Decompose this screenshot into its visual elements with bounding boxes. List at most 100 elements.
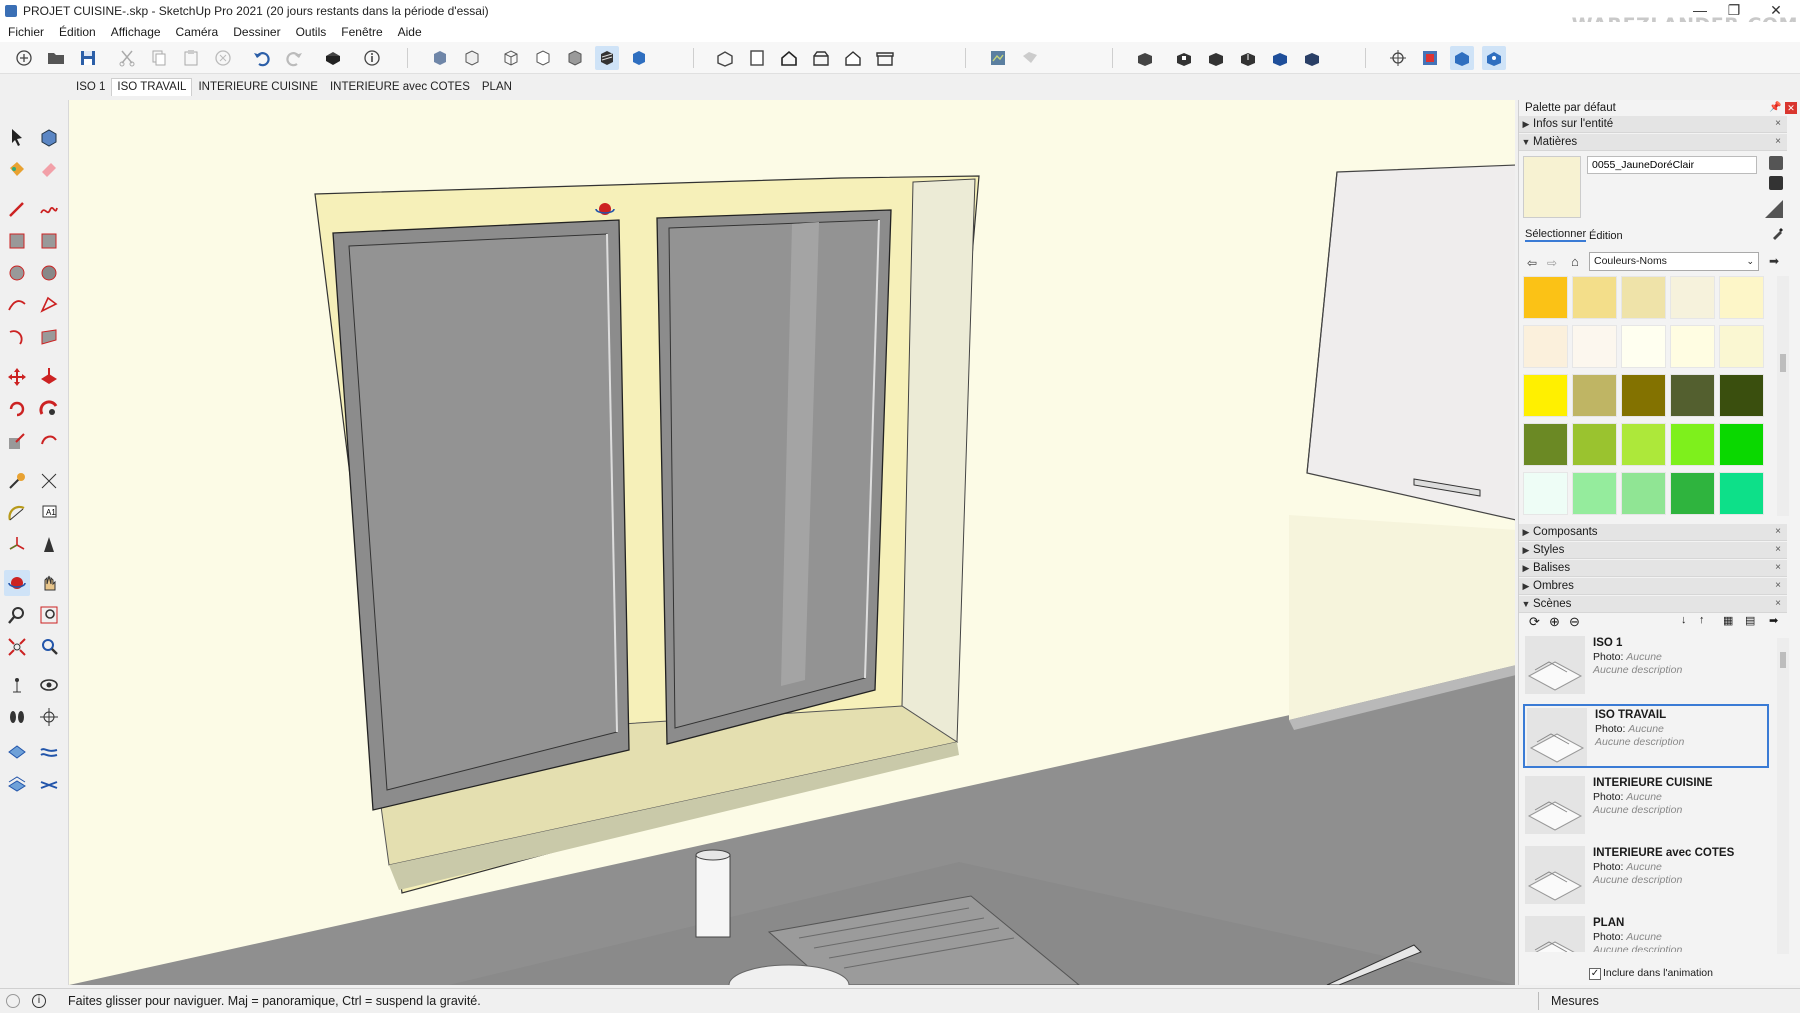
- copy-icon[interactable]: [147, 46, 171, 70]
- material-swatch[interactable]: [1670, 374, 1715, 417]
- scene-list-item[interactable]: INTERIEURE avec COTES Photo: Aucune Aucune…: [1523, 844, 1769, 908]
- new-file-icon[interactable]: [12, 46, 36, 70]
- material-swatch[interactable]: [1572, 423, 1617, 466]
- wireframe-icon[interactable]: [499, 46, 523, 70]
- material-swatch[interactable]: [1670, 423, 1715, 466]
- follow-me-icon[interactable]: [36, 396, 62, 422]
- material-swatch[interactable]: [1572, 374, 1617, 417]
- circle-icon[interactable]: [4, 260, 30, 286]
- rotated-rectangle-icon[interactable]: [36, 228, 62, 254]
- drape-icon[interactable]: [36, 772, 62, 798]
- monochrome-icon[interactable]: [627, 46, 651, 70]
- move-icon[interactable]: [4, 364, 30, 390]
- scene-list-item[interactable]: INTERIEURE CUISINE Photo: Aucune Aucune de…: [1523, 774, 1769, 838]
- create-material-icon[interactable]: [1769, 156, 1783, 170]
- tab-edit[interactable]: Édition: [1589, 230, 1623, 242]
- library-dropdown[interactable]: Couleurs-Noms ⌄: [1589, 252, 1759, 271]
- modeling-viewport[interactable]: [68, 100, 1515, 985]
- eyedropper-icon[interactable]: [1771, 226, 1785, 240]
- text-tool-icon[interactable]: A1: [36, 500, 62, 526]
- left-view-icon[interactable]: [873, 46, 897, 70]
- material-swatch[interactable]: [1670, 325, 1715, 368]
- share-model-icon[interactable]: [1204, 46, 1228, 70]
- zoom-window-icon[interactable]: [36, 602, 62, 628]
- menu-dessiner[interactable]: Dessiner: [233, 25, 280, 39]
- back-arrow-icon[interactable]: ⇦: [1527, 256, 1537, 270]
- push-pull-icon[interactable]: [36, 364, 62, 390]
- section-scenes[interactable]: ▼ Scènes ×: [1519, 596, 1787, 613]
- scene-list-scrollbar[interactable]: [1777, 638, 1789, 954]
- sample-paint-icon[interactable]: [1765, 200, 1783, 218]
- section-components[interactable]: ▶ Composants ×: [1519, 524, 1787, 541]
- material-swatch[interactable]: [1719, 374, 1764, 417]
- paste-icon[interactable]: [179, 46, 203, 70]
- material-swatch[interactable]: [1719, 325, 1764, 368]
- menu-outils[interactable]: Outils: [296, 25, 327, 39]
- two-point-arc-icon[interactable]: [36, 292, 62, 318]
- hide-details-icon[interactable]: ▤: [1745, 614, 1755, 627]
- section-plane-icon[interactable]: [36, 704, 62, 730]
- share-component-icon[interactable]: [1236, 46, 1260, 70]
- back-view-icon[interactable]: [841, 46, 865, 70]
- include-animation-checkbox[interactable]: ✓: [1589, 968, 1601, 980]
- menu-aide[interactable]: Aide: [398, 25, 422, 39]
- scene-list-item[interactable]: PLAN Photo: Aucune Aucune description: [1523, 914, 1769, 952]
- 3d-text-icon[interactable]: [36, 532, 62, 558]
- scene-details-icon[interactable]: ➡: [1769, 614, 1778, 627]
- tab-iso-travail[interactable]: ISO TRAVAIL: [111, 78, 193, 96]
- extension-manager-icon[interactable]: [1300, 46, 1324, 70]
- info-icon[interactable]: i: [32, 994, 46, 1008]
- open-folder-icon[interactable]: [44, 46, 68, 70]
- model-info-icon[interactable]: [360, 46, 384, 70]
- material-swatch[interactable]: [1621, 325, 1666, 368]
- right-view-icon[interactable]: [809, 46, 833, 70]
- geo-location-icon[interactable]: [6, 994, 20, 1008]
- undo-icon[interactable]: [250, 46, 274, 70]
- look-around-icon[interactable]: [36, 672, 62, 698]
- section-materials[interactable]: ▼ Matières ×: [1519, 134, 1787, 151]
- top-view-icon[interactable]: [745, 46, 769, 70]
- arc-icon[interactable]: [4, 292, 30, 318]
- material-swatch[interactable]: [1523, 325, 1568, 368]
- pan-icon[interactable]: [36, 570, 62, 596]
- zoom-icon[interactable]: [4, 602, 30, 628]
- material-swatch[interactable]: [1523, 374, 1568, 417]
- material-name-field[interactable]: [1587, 156, 1757, 174]
- move-scene-up-icon[interactable]: ↑: [1699, 614, 1705, 626]
- three-point-arc-icon[interactable]: [4, 324, 30, 350]
- select-tool-icon[interactable]: [4, 124, 30, 150]
- add-location-icon[interactable]: [986, 46, 1010, 70]
- photo-texture-icon[interactable]: [1018, 46, 1042, 70]
- polygon-icon[interactable]: [36, 260, 62, 286]
- material-swatch[interactable]: [1572, 472, 1617, 515]
- details-arrow-icon[interactable]: ➡: [1769, 254, 1779, 268]
- material-swatch[interactable]: [1572, 325, 1617, 368]
- material-swatch[interactable]: [1523, 276, 1568, 319]
- material-swatch[interactable]: [1719, 472, 1764, 515]
- material-swatch[interactable]: [1572, 276, 1617, 319]
- save-icon[interactable]: [76, 46, 100, 70]
- menu-fichier[interactable]: Fichier: [8, 25, 44, 39]
- section-styles[interactable]: ▶ Styles ×: [1519, 542, 1787, 559]
- make-component-icon[interactable]: [36, 124, 62, 150]
- position-camera-icon[interactable]: [1386, 46, 1410, 70]
- scene-list-item[interactable]: ISO TRAVAIL Photo: Aucune Aucune descripti…: [1523, 704, 1769, 768]
- move-scene-down-icon[interactable]: ↓: [1681, 614, 1687, 626]
- position-camera-tool-icon[interactable]: [4, 672, 30, 698]
- pie-icon[interactable]: [36, 324, 62, 350]
- material-swatch[interactable]: [1719, 423, 1764, 466]
- material-swatch[interactable]: [1670, 276, 1715, 319]
- material-swatch[interactable]: [1523, 472, 1568, 515]
- material-swatch[interactable]: [1621, 276, 1666, 319]
- material-swatch[interactable]: [1621, 472, 1666, 515]
- scale-icon[interactable]: [4, 428, 30, 454]
- axes-icon[interactable]: [4, 532, 30, 558]
- extension-warehouse-icon[interactable]: [1268, 46, 1292, 70]
- add-scene-icon[interactable]: ⊕: [1549, 614, 1560, 630]
- erase-selection-icon[interactable]: [211, 46, 235, 70]
- back-edges-icon[interactable]: [460, 46, 484, 70]
- hidden-line-icon[interactable]: [531, 46, 555, 70]
- previous-view-icon[interactable]: [36, 634, 62, 660]
- freehand-icon[interactable]: [36, 196, 62, 222]
- measurements-field[interactable]: [1614, 991, 1796, 1011]
